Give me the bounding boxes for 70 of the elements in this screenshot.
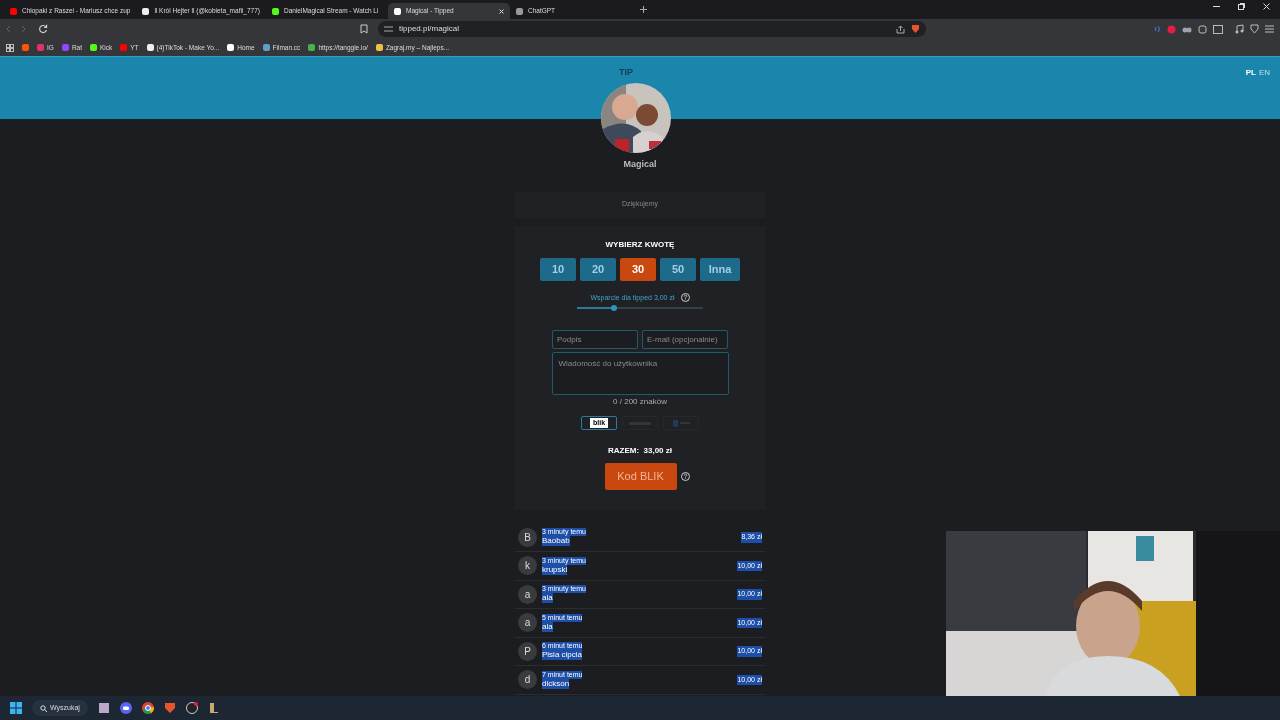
close-icon[interactable] [1263, 3, 1270, 10]
character-count: 0 / 200 znaków [613, 397, 667, 406]
avatar-initial: d [518, 670, 537, 690]
site-settings-icon[interactable] [384, 25, 393, 33]
donor-name: ala [542, 593, 553, 604]
favicon-icon [262, 44, 270, 51]
address-bar[interactable]: tipped.pl/magical [378, 21, 926, 37]
favicon-icon [10, 7, 17, 15]
favicon-icon [515, 7, 523, 15]
search-icon [40, 704, 47, 712]
minimize-icon[interactable] [1213, 3, 1220, 10]
share-icon[interactable] [896, 24, 905, 34]
apps-grid-icon[interactable] [6, 43, 14, 52]
window-icon[interactable] [1213, 24, 1223, 34]
favicon-icon [271, 7, 279, 15]
amount-button[interactable]: 30 [620, 257, 656, 281]
help-icon[interactable] [680, 472, 690, 481]
shield-icon[interactable] [1250, 24, 1259, 34]
amount-button[interactable]: 50 [660, 257, 696, 281]
windows-icon[interactable] [10, 702, 22, 714]
favicon-icon [375, 44, 383, 51]
brave-icon[interactable] [164, 702, 176, 714]
donor-name: Baobab [542, 536, 570, 547]
shield-icon[interactable] [911, 24, 920, 34]
favicon-icon [393, 7, 401, 15]
new-tab-icon[interactable] [639, 6, 647, 13]
amount-button[interactable]: Inna [700, 257, 740, 281]
favicon-icon [146, 44, 154, 51]
donor-name: ala [542, 621, 553, 632]
avatar-initial: B [518, 527, 537, 547]
amount-button[interactable]: 20 [580, 257, 616, 281]
url-text: tipped.pl/magical [399, 23, 461, 35]
favicon-icon [308, 44, 316, 51]
wifi-icon[interactable] [1153, 25, 1161, 33]
favicon-icon [61, 44, 69, 51]
avatar-initial: k [518, 556, 537, 576]
signature-field[interactable]: Podpis [552, 330, 638, 349]
language-link[interactable]: PL [1245, 67, 1256, 79]
donor-name: Pisia cipcia [542, 650, 582, 661]
help-icon[interactable] [680, 293, 690, 303]
favicon-icon [37, 44, 44, 51]
avatar-initial: P [518, 641, 537, 661]
obs-icon[interactable] [186, 702, 198, 714]
avatar-initial: a [518, 584, 537, 604]
music-icon[interactable] [1235, 24, 1244, 34]
restore-icon[interactable] [1238, 3, 1245, 10]
donor-name: dickson [542, 678, 570, 689]
favicon-icon [120, 44, 128, 51]
close-icon[interactable] [498, 8, 504, 14]
avatar-initial: a [518, 613, 537, 633]
record-icon[interactable] [1167, 24, 1176, 34]
bookmark-icon[interactable] [22, 44, 29, 51]
slider-thumb[interactable] [610, 305, 617, 311]
amount-button[interactable]: 10 [540, 257, 576, 281]
discord-icon[interactable] [120, 702, 132, 714]
message-field[interactable]: Wiadomość do użytkownika [551, 352, 729, 395]
favicon-icon [90, 44, 97, 51]
menu-icon[interactable] [1265, 25, 1274, 33]
league-icon[interactable] [208, 702, 220, 714]
email-field[interactable]: E-mail (opcjonalnie) [642, 330, 728, 349]
donor-name: krupski [542, 564, 568, 575]
favicon-icon [142, 7, 150, 15]
profile-name: Magical [623, 158, 657, 171]
bookmark-icon[interactable] [360, 24, 368, 34]
chrome-icon[interactable] [142, 702, 154, 714]
reload-icon[interactable] [38, 24, 48, 34]
paypal-icon [672, 419, 678, 427]
total-amount: RAZEM: 33,00 zł [608, 445, 672, 457]
amount-title: WYBIERZ KWOTĘ [605, 238, 675, 251]
favicon-icon [227, 44, 235, 51]
